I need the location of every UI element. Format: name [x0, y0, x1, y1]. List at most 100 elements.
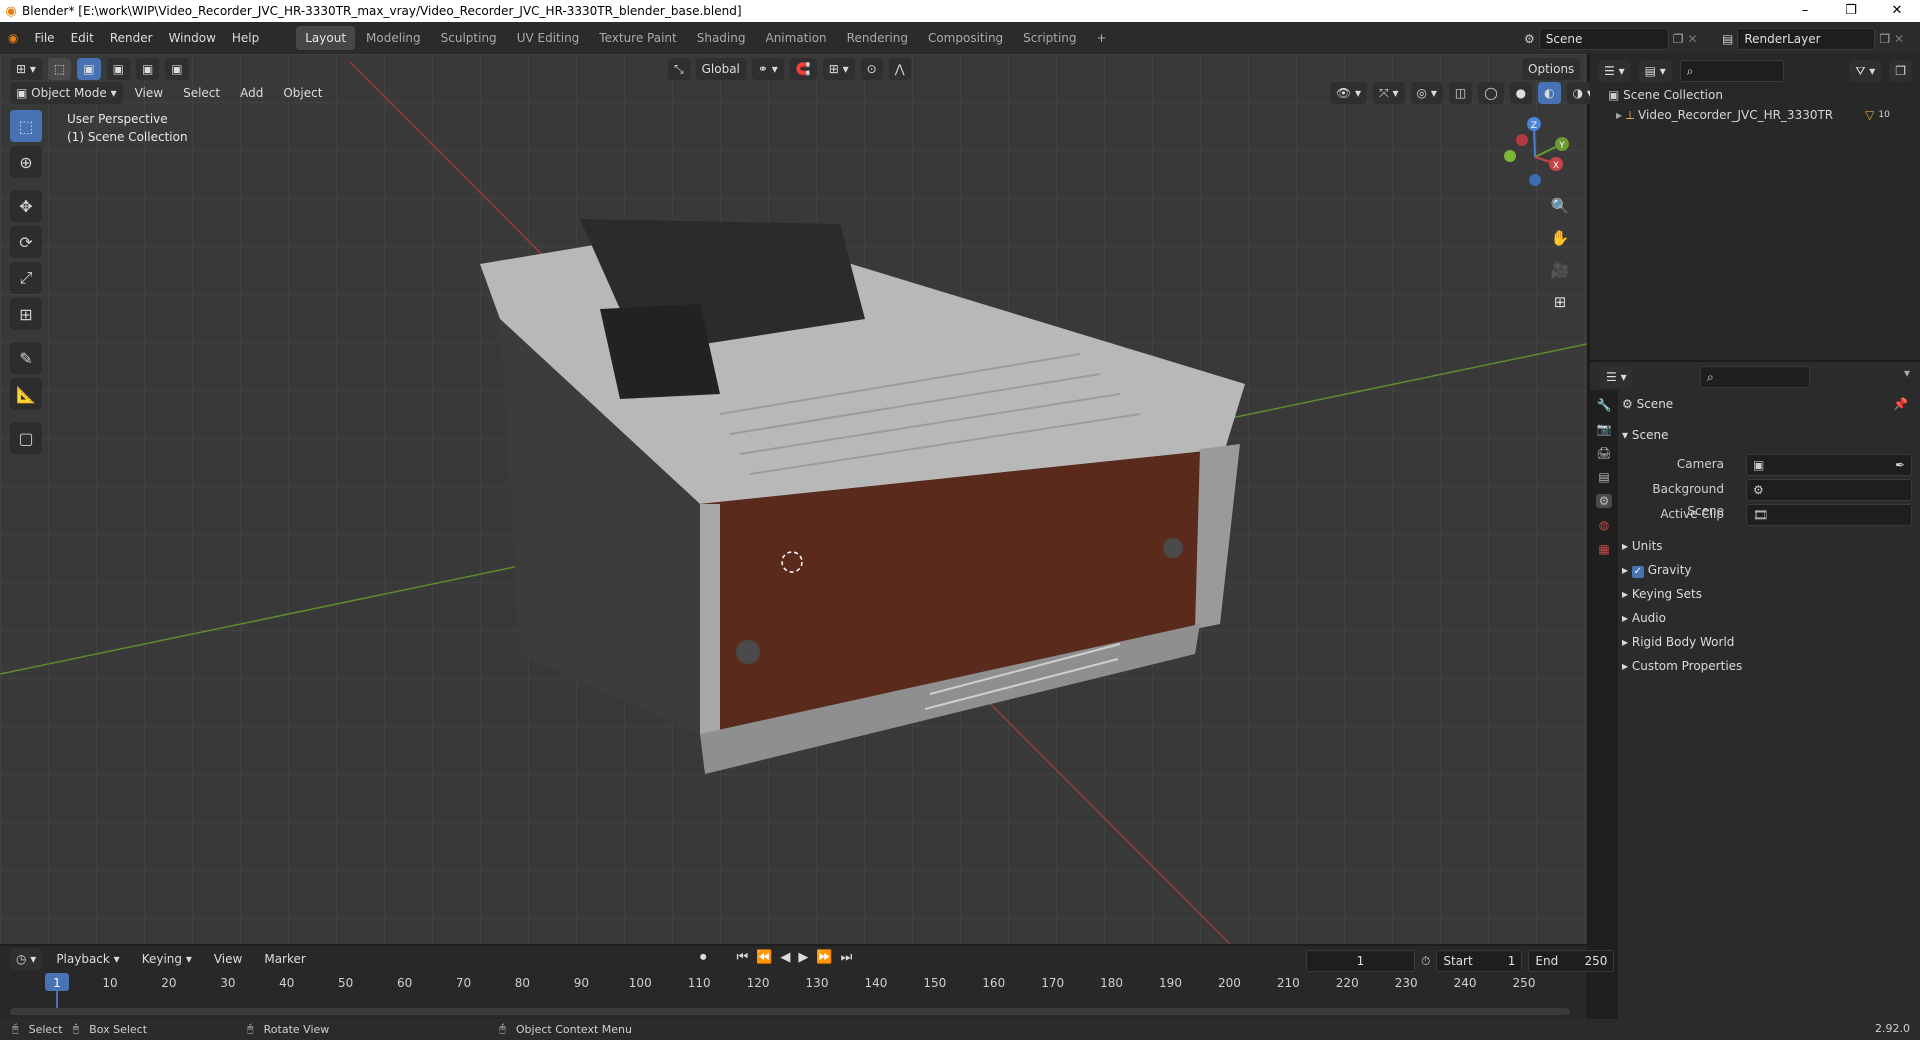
jump-start-icon[interactable]: ⏮ — [737, 950, 749, 965]
proportional-edit-icon[interactable]: ⊙ — [860, 58, 883, 80]
timeline-scrollbar[interactable] — [10, 1008, 1570, 1015]
overlay-toggle-icon[interactable]: ◎ ▾ — [1410, 82, 1443, 104]
timeline-menu-marker[interactable]: Marker — [256, 948, 313, 970]
cursor-tool-icon[interactable]: ⊕ — [10, 146, 42, 178]
measure-tool-icon[interactable]: 📐 — [10, 378, 42, 410]
options-dropdown[interactable]: Options — [1522, 58, 1581, 80]
viewport-menu-view[interactable]: View — [127, 82, 171, 104]
orientation-icon[interactable]: ⤡ — [668, 58, 690, 80]
tab-shading[interactable]: Shading — [688, 26, 755, 50]
outliner-search-input[interactable]: ⌕ — [1679, 60, 1784, 82]
custom-properties-panel-header[interactable]: ▸ Custom Properties — [1622, 655, 1914, 677]
tab-texture-paint[interactable]: Texture Paint — [590, 26, 685, 50]
tab-rendering[interactable]: Rendering — [838, 26, 917, 50]
transform-tool-icon[interactable]: ⊞ — [10, 298, 42, 330]
play-icon[interactable]: ▶ — [798, 950, 808, 965]
camera-field[interactable]: ▣ ✒ — [1746, 454, 1912, 476]
select-new-icon[interactable]: ▣ — [77, 58, 101, 80]
modifier-wrench-icon[interactable]: ▽ — [1865, 105, 1874, 125]
new-layer-icon[interactable]: ❐ — [1879, 32, 1890, 46]
tab-uv-editing[interactable]: UV Editing — [508, 26, 589, 50]
navigation-gizmo[interactable]: Z Y X — [1490, 112, 1580, 202]
perspective-toggle-icon[interactable]: ⊞ — [1546, 288, 1574, 316]
viewport-menu-object[interactable]: Object — [275, 82, 330, 104]
new-collection-icon[interactable]: ❐ — [1889, 60, 1912, 82]
snap-target-icon[interactable]: ⊞ ▾ — [822, 58, 855, 80]
viewport-menu-select[interactable]: Select — [175, 82, 228, 104]
delete-scene-icon[interactable]: ✕ — [1688, 32, 1698, 46]
units-panel-header[interactable]: ▸ Units — [1622, 535, 1914, 557]
expand-arrow-icon[interactable]: ▸ — [1616, 105, 1622, 125]
keying-sets-panel-header[interactable]: ▸ Keying Sets — [1622, 583, 1914, 605]
timeline-editor-type-icon[interactable]: ◷ ▾ — [10, 948, 43, 970]
properties-options-icon[interactable]: ▾ — [1904, 366, 1910, 380]
editor-type-button[interactable]: ⊞ ▾ — [10, 58, 42, 80]
scene-icon[interactable]: ⚙ — [1524, 32, 1535, 46]
close-button[interactable]: ✕ — [1874, 0, 1920, 22]
tab-sculpting[interactable]: Sculpting — [432, 26, 506, 50]
tab-animation[interactable]: Animation — [756, 26, 835, 50]
outliner-editor-type-icon[interactable]: ☰ ▾ — [1598, 60, 1631, 82]
material-shading-icon[interactable]: ◐ — [1538, 82, 1561, 104]
jump-end-icon[interactable]: ⏭ — [841, 950, 853, 965]
outliner-filter-icon[interactable]: ⛛ ▾ — [1849, 60, 1882, 82]
add-workspace-button[interactable]: + — [1088, 26, 1116, 50]
select-extend-icon[interactable]: ▣ — [106, 58, 130, 80]
viewport-menu-add[interactable]: Add — [232, 82, 271, 104]
scene-selector[interactable]: Scene — [1538, 28, 1669, 50]
transform-orientation-dropdown[interactable]: Global — [695, 58, 746, 80]
audio-panel-header[interactable]: ▸ Audio — [1622, 607, 1914, 629]
timeline-menu-keying[interactable]: Keying ▾ — [134, 948, 200, 970]
select-box-tool-icon[interactable]: ⬚ — [10, 110, 42, 142]
menu-edit[interactable]: Edit — [63, 22, 102, 54]
record-icon[interactable]: ⏺ — [700, 950, 707, 965]
eyedropper-icon[interactable]: ✒ — [1895, 455, 1905, 475]
snap-toggle-icon[interactable]: 🧲 — [789, 58, 817, 80]
pan-hand-icon[interactable]: ✋ — [1546, 224, 1574, 252]
scale-tool-icon[interactable]: ⤢ — [10, 262, 42, 294]
tab-compositing[interactable]: Compositing — [919, 26, 1012, 50]
background-scene-field[interactable]: ⚙ — [1746, 479, 1912, 501]
select-invert-icon[interactable]: ▣ — [165, 58, 189, 80]
rotate-tool-icon[interactable]: ⟳ — [10, 226, 42, 258]
jump-keyframe-back-icon[interactable]: ⏪ — [756, 950, 772, 965]
properties-editor-type-icon[interactable]: ☰ ▾ — [1600, 366, 1633, 388]
texture-properties-icon[interactable]: ▦ — [1598, 542, 1609, 556]
new-scene-icon[interactable]: ❐ — [1673, 32, 1684, 46]
pin-icon[interactable]: 📌 — [1893, 393, 1908, 415]
3d-viewport[interactable] — [0, 54, 1587, 944]
output-properties-icon[interactable]: 🖨 — [1596, 446, 1611, 460]
tab-layout[interactable]: Layout — [296, 26, 356, 50]
pivot-point-icon[interactable]: ⚭ ▾ — [751, 58, 784, 80]
stopwatch-icon[interactable]: ⏱ — [1421, 954, 1430, 969]
add-cube-tool-icon[interactable]: ▢ — [10, 422, 42, 454]
start-frame-field[interactable]: Start 1 — [1436, 950, 1523, 972]
scene-properties-icon[interactable]: ⚙ — [1595, 494, 1613, 508]
select-subtract-icon[interactable]: ▣ — [135, 58, 160, 80]
gravity-panel-header[interactable]: ▸ ✓ Gravity — [1622, 559, 1914, 581]
xray-toggle-icon[interactable]: ◫ — [1448, 82, 1473, 104]
solid-shading-icon[interactable]: ● — [1509, 82, 1533, 104]
menu-window[interactable]: Window — [161, 22, 224, 54]
play-reverse-icon[interactable]: ◀ — [780, 950, 790, 965]
falloff-icon[interactable]: ⋀ — [888, 58, 911, 80]
move-tool-icon[interactable]: ✥ — [10, 190, 42, 222]
annotate-tool-icon[interactable]: ✎ — [10, 342, 42, 374]
outliner-scene-collection[interactable]: ▣ Scene Collection — [1608, 85, 1920, 105]
scene-panel-header[interactable]: ▾ Scene — [1622, 424, 1914, 446]
menu-help[interactable]: Help — [224, 22, 267, 54]
outliner-object-row[interactable]: ▸ ⟂ Video_Recorder_JVC_HR_3330TR ▽10 👁 — [1608, 105, 1920, 125]
render-layer-selector[interactable]: RenderLayer — [1737, 28, 1876, 50]
timeline-menu-view[interactable]: View — [206, 948, 250, 970]
gravity-checkbox[interactable]: ✓ — [1631, 566, 1644, 578]
visibility-icon[interactable]: 👁 ▾ — [1330, 82, 1368, 104]
blender-menu-icon[interactable]: ◉ — [0, 22, 26, 54]
tab-scripting[interactable]: Scripting — [1014, 26, 1085, 50]
world-properties-icon[interactable]: ◍ — [1599, 518, 1609, 532]
zoom-icon[interactable]: 🔍 — [1546, 192, 1574, 220]
rigid-body-world-panel-header[interactable]: ▸ Rigid Body World — [1622, 631, 1914, 653]
gizmo-toggle-icon[interactable]: ⤧ ▾ — [1373, 82, 1405, 104]
end-frame-field[interactable]: End 250 — [1528, 950, 1615, 972]
tab-modeling[interactable]: Modeling — [357, 26, 430, 50]
minimize-button[interactable]: – — [1782, 0, 1828, 22]
